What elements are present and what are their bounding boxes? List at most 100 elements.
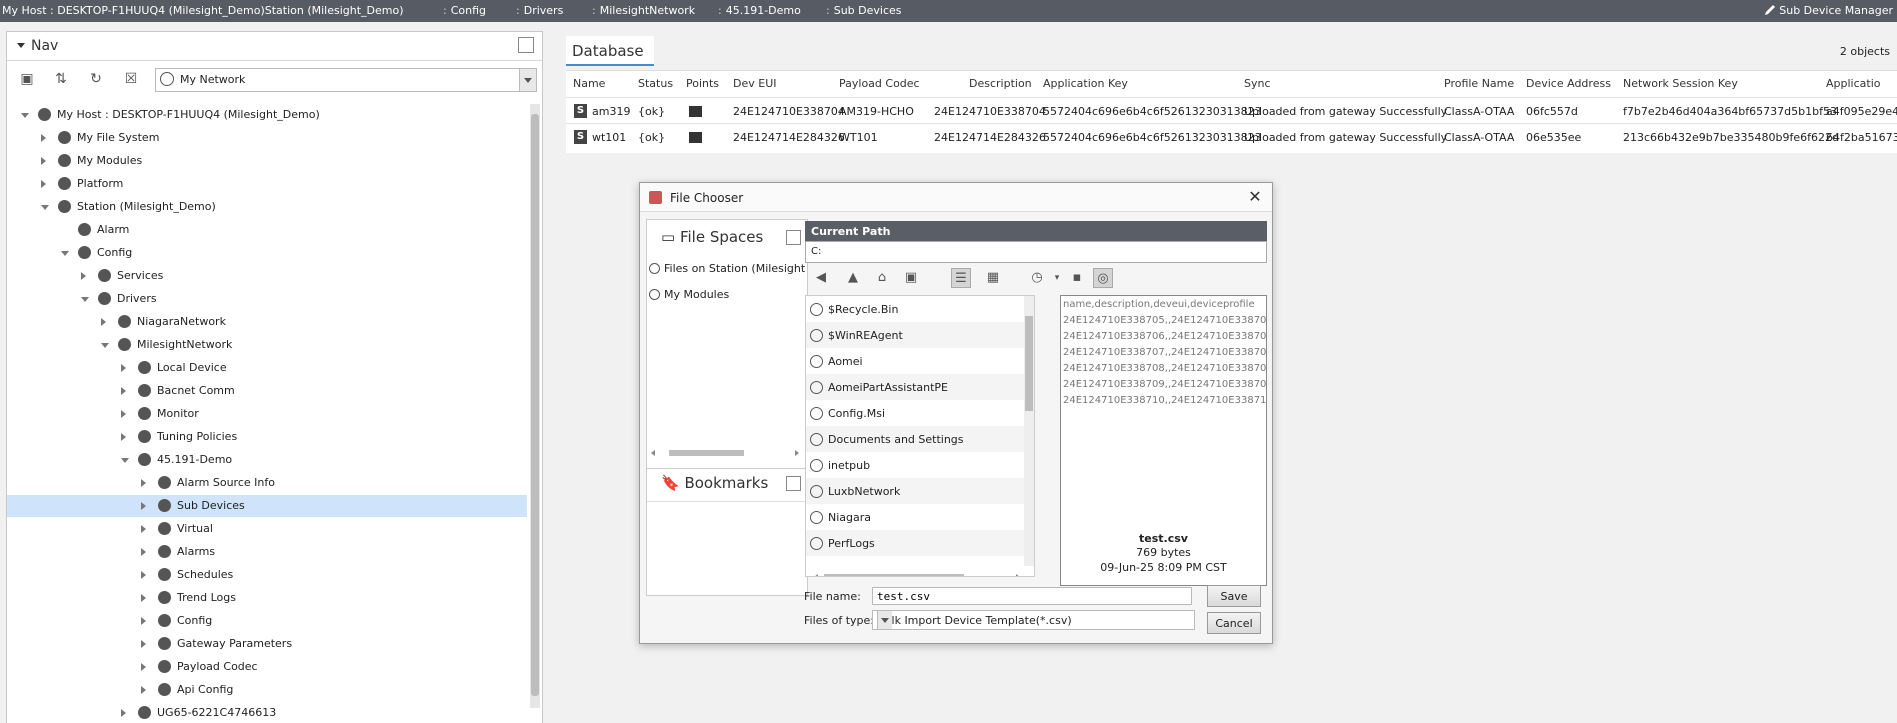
tree-node[interactable]: Alarm Source Info <box>7 472 527 494</box>
chevron-right-icon[interactable] <box>141 525 146 533</box>
back-icon[interactable]: ◀ <box>811 268 831 288</box>
tree-node[interactable]: Virtual <box>7 518 527 540</box>
chevron-right-icon[interactable] <box>141 594 146 602</box>
chevron-down-icon[interactable] <box>61 251 69 256</box>
column-header[interactable]: Dev EUI <box>733 77 777 90</box>
horizontal-scrollbar[interactable] <box>812 573 1022 577</box>
breadcrumb-item[interactable]: : Config <box>443 4 486 17</box>
tree-node[interactable]: Api Config <box>7 679 527 701</box>
new-folder-icon[interactable]: ▣ <box>19 71 35 87</box>
chevron-right-icon[interactable] <box>141 663 146 671</box>
chevron-right-icon[interactable] <box>141 548 146 556</box>
scroll-thumb[interactable] <box>1025 316 1033 411</box>
tree-node[interactable]: Services <box>7 265 527 287</box>
vertical-scrollbar[interactable] <box>1024 296 1034 566</box>
maximize-icon[interactable] <box>518 37 534 53</box>
breadcrumb-item[interactable]: : MilesightNetwork <box>592 4 695 17</box>
up-folder-icon[interactable]: ▲ <box>843 268 863 288</box>
refresh-icon[interactable]: ↻ <box>88 71 104 87</box>
tree-node[interactable]: Config <box>7 242 527 264</box>
save-button[interactable]: Save <box>1207 585 1261 607</box>
sync-tree-icon[interactable]: ⇅ <box>53 71 69 87</box>
chevron-right-icon[interactable] <box>121 387 126 395</box>
column-header[interactable]: Status <box>638 77 673 90</box>
chevron-down-icon[interactable] <box>121 458 129 463</box>
chevron-right-icon[interactable] <box>41 180 46 188</box>
pencil-icon[interactable] <box>1763 3 1777 17</box>
chevron-down-icon[interactable] <box>101 343 109 348</box>
column-header[interactable]: Applicatio <box>1826 77 1881 90</box>
tree-node[interactable]: Drivers <box>7 288 527 310</box>
history-icon[interactable]: ◷ <box>1027 268 1047 288</box>
cancel-button[interactable]: Cancel <box>1207 612 1261 634</box>
file-name-input[interactable] <box>872 587 1192 605</box>
points-icon[interactable] <box>689 132 702 143</box>
tree-node[interactable]: MilesightNetwork <box>7 334 527 356</box>
tab-database[interactable]: Database <box>566 36 654 66</box>
view-selector[interactable]: Sub Device Manager <box>1779 4 1893 17</box>
chevron-right-icon[interactable] <box>141 571 146 579</box>
chevron-down-icon[interactable] <box>519 69 536 91</box>
list-item[interactable]: LuxbNetwork <box>806 478 1026 504</box>
tree-node[interactable]: Payload Codec <box>7 656 527 678</box>
chevron-right-icon[interactable] <box>121 410 126 418</box>
tree-node[interactable]: Monitor <box>7 403 527 425</box>
table-row[interactable]: S wt101 {ok} 24E124714E284326 WT101 24E1… <box>566 123 1897 150</box>
history-dropdown-icon[interactable]: ▾ <box>1047 268 1067 288</box>
tree-node[interactable]: Station (Milesight_Demo) <box>7 196 527 218</box>
tree-node[interactable]: Bacnet Comm <box>7 380 527 402</box>
tree-node[interactable]: Sub Devices <box>7 495 527 517</box>
tree-node[interactable]: Tuning Policies <box>7 426 527 448</box>
close-icon[interactable]: ☒ <box>123 71 139 87</box>
scroll-thumb[interactable] <box>531 114 539 696</box>
network-select[interactable]: My Network <box>155 68 537 92</box>
tree-node[interactable]: UG65-6221C4746613 <box>7 702 527 723</box>
file-type-select[interactable]: Bulk Import Device Template(*.csv) <box>872 610 1195 630</box>
chevron-right-icon[interactable] <box>81 272 86 280</box>
chevron-right-icon[interactable] <box>121 709 126 717</box>
breadcrumb-item[interactable]: : Sub Devices <box>826 4 902 17</box>
tree-node[interactable]: Gateway Parameters <box>7 633 527 655</box>
chevron-down-icon[interactable] <box>877 611 892 629</box>
new-folder-icon[interactable]: ▣ <box>901 268 921 288</box>
list-item[interactable]: AomeiPartAssistantPE <box>806 374 1026 400</box>
column-header[interactable]: Name <box>573 77 605 90</box>
list-view-icon[interactable]: ☰ <box>951 268 971 288</box>
tree-node[interactable]: My File System <box>7 127 527 149</box>
column-header[interactable]: Application Key <box>1043 77 1128 90</box>
preview-toggle-icon[interactable]: ◎ <box>1093 268 1113 288</box>
list-item[interactable]: Niagara <box>806 504 1026 530</box>
home-icon[interactable]: ⌂ <box>872 268 892 288</box>
column-header[interactable]: Network Session Key <box>1623 77 1738 90</box>
column-header[interactable]: Payload Codec <box>839 77 920 90</box>
details-view-icon[interactable]: ▦ <box>983 268 1003 288</box>
column-header[interactable]: Device Address <box>1526 77 1611 90</box>
nav-scrollbar[interactable] <box>530 104 540 708</box>
dialog-titlebar[interactable]: File Chooser ✕ <box>640 183 1272 212</box>
chevron-right-icon[interactable] <box>141 640 146 648</box>
current-path-field[interactable]: C: <box>805 241 1267 263</box>
list-item[interactable]: Config.Msi <box>806 400 1026 426</box>
tree-node[interactable]: 45.191-Demo <box>7 449 527 471</box>
list-item[interactable]: inetpub <box>806 452 1026 478</box>
chevron-right-icon[interactable] <box>141 479 146 487</box>
tree-node[interactable]: Config <box>7 610 527 632</box>
chevron-right-icon[interactable] <box>141 686 146 694</box>
tree-node[interactable]: Schedules <box>7 564 527 586</box>
points-icon[interactable] <box>689 106 702 117</box>
tree-node[interactable]: My Host : DESKTOP-F1HUUQ4 (Milesight_Dem… <box>7 104 527 126</box>
breadcrumb-item[interactable]: My Host : DESKTOP-F1HUUQ4 (Milesight_Dem… <box>2 4 265 17</box>
chevron-right-icon[interactable] <box>41 134 46 142</box>
tree-node[interactable]: Platform <box>7 173 527 195</box>
file-space-modules[interactable]: My Modules <box>649 288 729 301</box>
chevron-down-icon[interactable] <box>21 113 29 118</box>
tree-node[interactable]: Local Device <box>7 357 527 379</box>
table-row[interactable]: S am319 {ok} 24E124710E338704 AM319-HCHO… <box>566 97 1897 124</box>
chevron-right-icon[interactable] <box>121 433 126 441</box>
breadcrumb-item[interactable]: : Station (Milesight_Demo) <box>257 4 404 17</box>
chevron-right-icon[interactable] <box>141 502 146 510</box>
list-item[interactable]: Aomei <box>806 348 1026 374</box>
chevron-right-icon[interactable] <box>101 318 106 326</box>
list-item[interactable]: PerfLogs <box>806 530 1026 556</box>
maximize-icon[interactable] <box>786 476 801 491</box>
